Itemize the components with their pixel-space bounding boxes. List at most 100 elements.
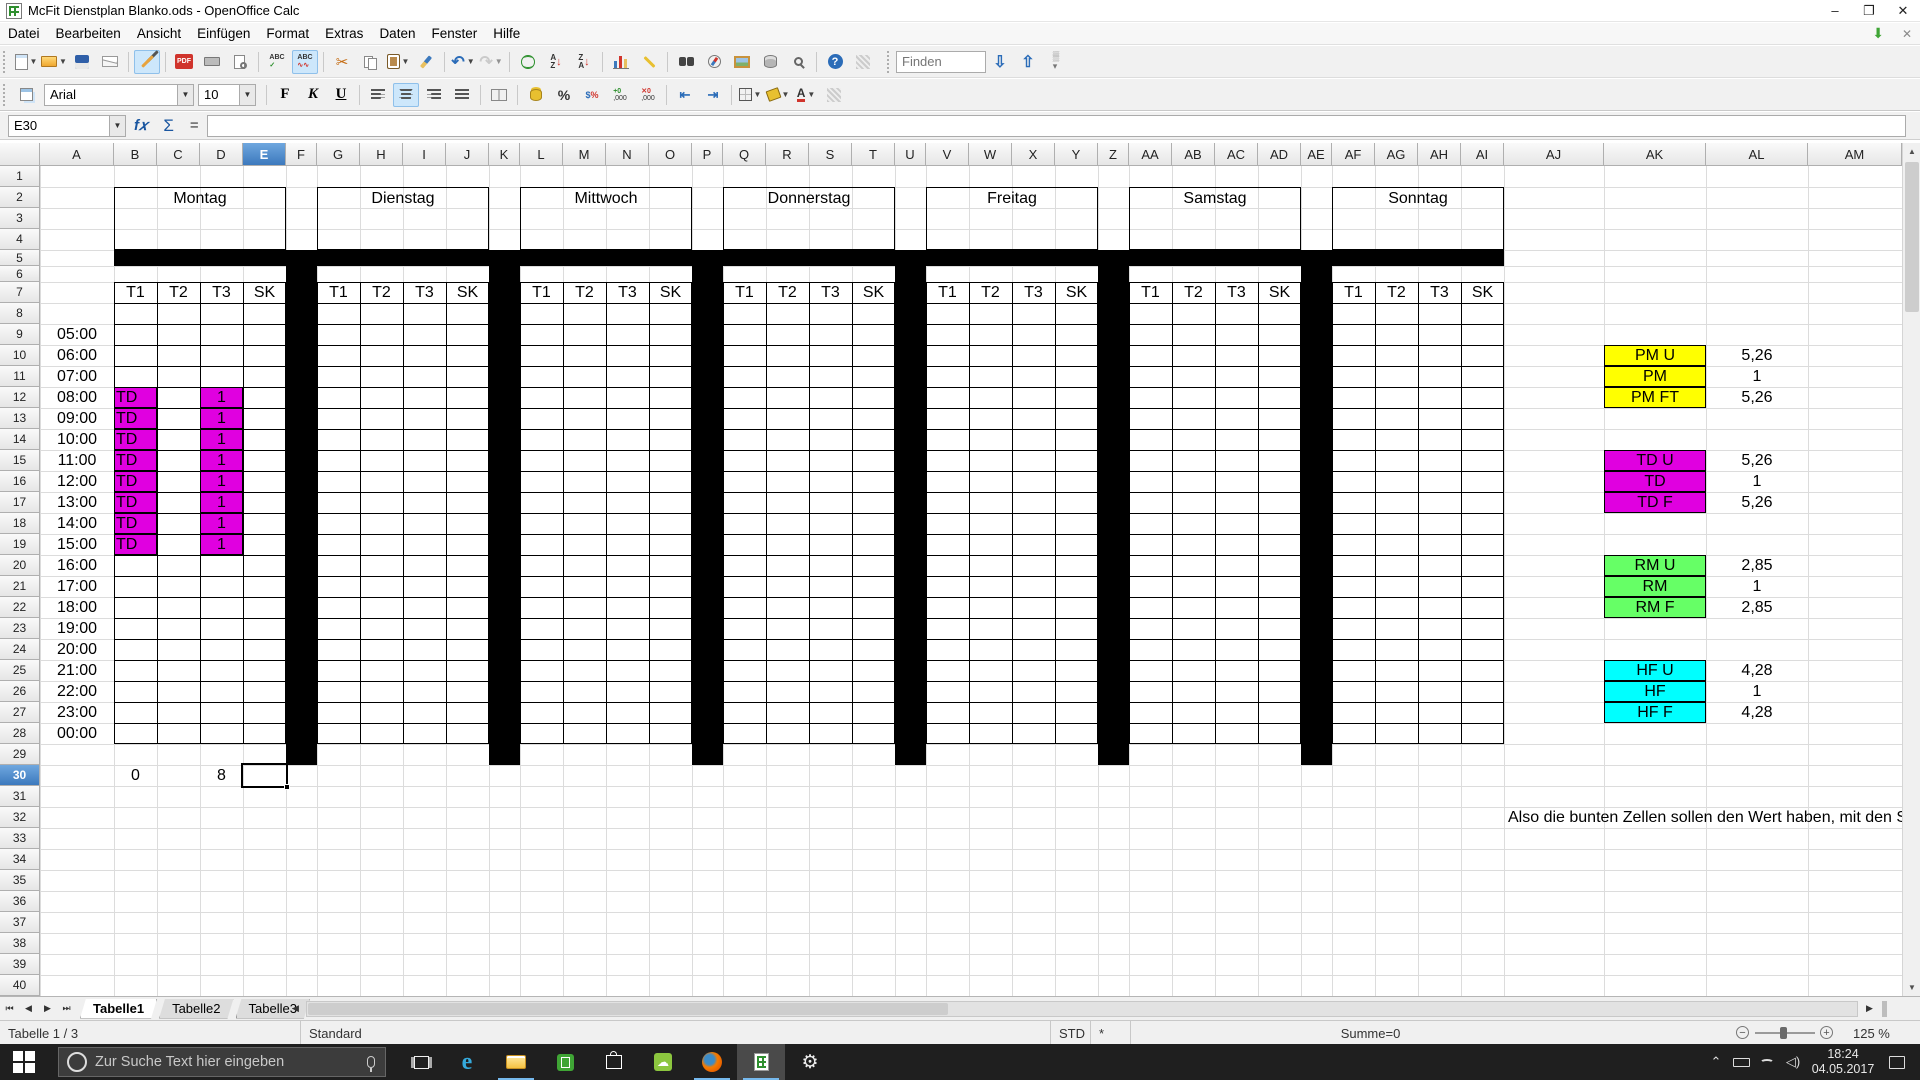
legend-label-cell[interactable]: PM — [1604, 366, 1706, 387]
horizontal-scroll-thumb[interactable] — [308, 1003, 948, 1015]
close-document-icon[interactable]: ✕ — [1902, 27, 1912, 41]
row-header-9[interactable]: 9 — [0, 324, 40, 345]
legend-label-cell[interactable]: TD U — [1604, 450, 1706, 471]
find-input[interactable] — [896, 51, 986, 73]
speaker-icon[interactable]: ◁) — [1780, 1044, 1806, 1080]
time-cell[interactable]: 00:00 — [40, 723, 114, 744]
format-paintbrush-button[interactable] — [413, 50, 439, 74]
time-cell[interactable]: 20:00 — [40, 639, 114, 660]
save-button[interactable] — [69, 50, 95, 74]
legend-label-cell[interactable]: RM F — [1604, 597, 1706, 618]
taskbar-search[interactable]: Zur Suche Text hier eingeben — [58, 1047, 386, 1077]
day-grid-dienstag[interactable] — [317, 282, 489, 744]
column-header-aj[interactable]: AJ — [1504, 143, 1604, 166]
legend-value-cell[interactable]: 1 — [1706, 576, 1808, 597]
legend-label-cell[interactable]: PM U — [1604, 345, 1706, 366]
staff-count-cell[interactable]: 1 — [200, 513, 243, 534]
staff-count-cell[interactable]: 1 — [200, 408, 243, 429]
help-button[interactable]: ? — [822, 50, 848, 74]
taskbar-clock[interactable]: 18:24 04.05.2017 — [1808, 1044, 1878, 1080]
function-wizard-icon[interactable]: f𝑥 — [134, 117, 147, 134]
page-preview-button[interactable] — [227, 50, 253, 74]
row-header-16[interactable]: 16 — [0, 471, 40, 492]
legend-value-cell[interactable]: 4,28 — [1706, 702, 1808, 723]
day-grid-sonntag[interactable] — [1332, 282, 1504, 744]
new-document-button[interactable]: ▼ — [13, 50, 39, 74]
row-header-36[interactable]: 36 — [0, 891, 40, 912]
column-header-p[interactable]: P — [692, 143, 723, 166]
update-available-icon[interactable]: ⬇ — [1872, 25, 1884, 42]
row-header-6[interactable]: 6 — [0, 266, 40, 282]
column-header-al[interactable]: AL — [1706, 143, 1808, 166]
legend-label-cell[interactable]: PM FT — [1604, 387, 1706, 408]
time-cell[interactable]: 13:00 — [40, 492, 114, 513]
time-cell[interactable]: 23:00 — [40, 702, 114, 723]
column-header-ad[interactable]: AD — [1258, 143, 1301, 166]
legend-value-cell[interactable]: 5,26 — [1706, 345, 1808, 366]
staff-count-cell[interactable]: 1 — [200, 387, 243, 408]
wifi-icon[interactable] — [1754, 1044, 1780, 1080]
day-grid-donnerstag[interactable] — [723, 282, 895, 744]
time-cell[interactable]: 10:00 — [40, 429, 114, 450]
last-sheet-icon[interactable]: ⏭ — [57, 1000, 76, 1018]
day-grid-freitag[interactable] — [926, 282, 1098, 744]
decrease-indent-button[interactable]: ⇤ — [672, 83, 698, 107]
datasources-button[interactable] — [757, 50, 783, 74]
spreadsheet-grid[interactable]: ABCDEFGHIJKLMNOPQRSTUVWXYZAAABACADAEAFAG… — [0, 143, 1920, 996]
scroll-down-icon[interactable]: ▼ — [1903, 979, 1920, 996]
minimize-button[interactable]: – — [1818, 0, 1852, 21]
next-sheet-icon[interactable]: ▶ — [38, 1000, 57, 1018]
sheet-tab-tabelle2[interactable]: Tabelle2 — [159, 999, 233, 1019]
menu-item-ansicht[interactable]: Ansicht — [129, 24, 189, 43]
legend-label-cell[interactable]: TD F — [1604, 492, 1706, 513]
find-toolbar-grip[interactable] — [887, 51, 891, 73]
row-header-7[interactable]: 7 — [0, 282, 40, 303]
dropdown-arrow-icon[interactable]: ▼ — [30, 57, 38, 66]
column-header-f[interactable]: F — [286, 143, 317, 166]
redo-button[interactable]: ↷▼ — [478, 50, 504, 74]
legend-label-cell[interactable]: RM — [1604, 576, 1706, 597]
column-header-ah[interactable]: AH — [1418, 143, 1461, 166]
copy-button[interactable] — [357, 50, 383, 74]
column-header-i[interactable]: I — [403, 143, 446, 166]
column-header-ak[interactable]: AK — [1604, 143, 1706, 166]
legend-value-cell[interactable]: 5,26 — [1706, 450, 1808, 471]
microphone-icon[interactable] — [367, 1056, 375, 1068]
underline-button[interactable]: U — [328, 83, 354, 107]
time-cell[interactable]: 06:00 — [40, 345, 114, 366]
row-header-30[interactable]: 30 — [0, 765, 40, 786]
italic-button[interactable]: K — [300, 83, 326, 107]
sum-icon[interactable]: Σ — [163, 116, 174, 136]
menu-item-daten[interactable]: Daten — [371, 24, 423, 43]
status-sum[interactable]: Summe=0 — [1130, 1021, 1610, 1045]
time-cell[interactable]: 22:00 — [40, 681, 114, 702]
email-button[interactable] — [97, 50, 123, 74]
first-sheet-icon[interactable]: ⏮ — [0, 1000, 19, 1018]
column-header-y[interactable]: Y — [1055, 143, 1098, 166]
shift-entry-cell[interactable]: TD — [114, 513, 157, 534]
delete-decimal-button[interactable]: ✕0,000 — [635, 83, 661, 107]
file-explorer-taskbar-icon[interactable] — [492, 1044, 540, 1080]
row-header-26[interactable]: 26 — [0, 681, 40, 702]
scrollbar-splitter[interactable] — [1882, 1001, 1887, 1017]
time-cell[interactable]: 17:00 — [40, 576, 114, 597]
name-box-dropdown-icon[interactable]: ▼ — [109, 116, 125, 136]
legend-value-cell[interactable]: 1 — [1706, 681, 1808, 702]
undo-button[interactable]: ↶▼ — [450, 50, 476, 74]
row-header-35[interactable]: 35 — [0, 870, 40, 891]
row-header-8[interactable]: 8 — [0, 303, 40, 324]
dropdown-arrow-icon[interactable]: ▼ — [754, 90, 762, 99]
menu-item-hilfe[interactable]: Hilfe — [485, 24, 528, 43]
time-cell[interactable]: 08:00 — [40, 387, 114, 408]
restore-button[interactable]: ❐ — [1852, 0, 1886, 21]
row-header-32[interactable]: 32 — [0, 807, 40, 828]
find-next-button[interactable]: ⇩ — [987, 50, 1013, 74]
edit-file-button[interactable] — [134, 50, 160, 74]
formula-input-line[interactable] — [207, 115, 1906, 137]
font-name-combo[interactable]: Arial▼ — [44, 84, 194, 106]
dropdown-arrow-icon[interactable]: ▼ — [495, 57, 503, 66]
percent-button[interactable]: % — [551, 83, 577, 107]
legend-value-cell[interactable]: 2,85 — [1706, 597, 1808, 618]
font-size-combo[interactable]: 10▼ — [198, 84, 256, 106]
row-header-18[interactable]: 18 — [0, 513, 40, 534]
